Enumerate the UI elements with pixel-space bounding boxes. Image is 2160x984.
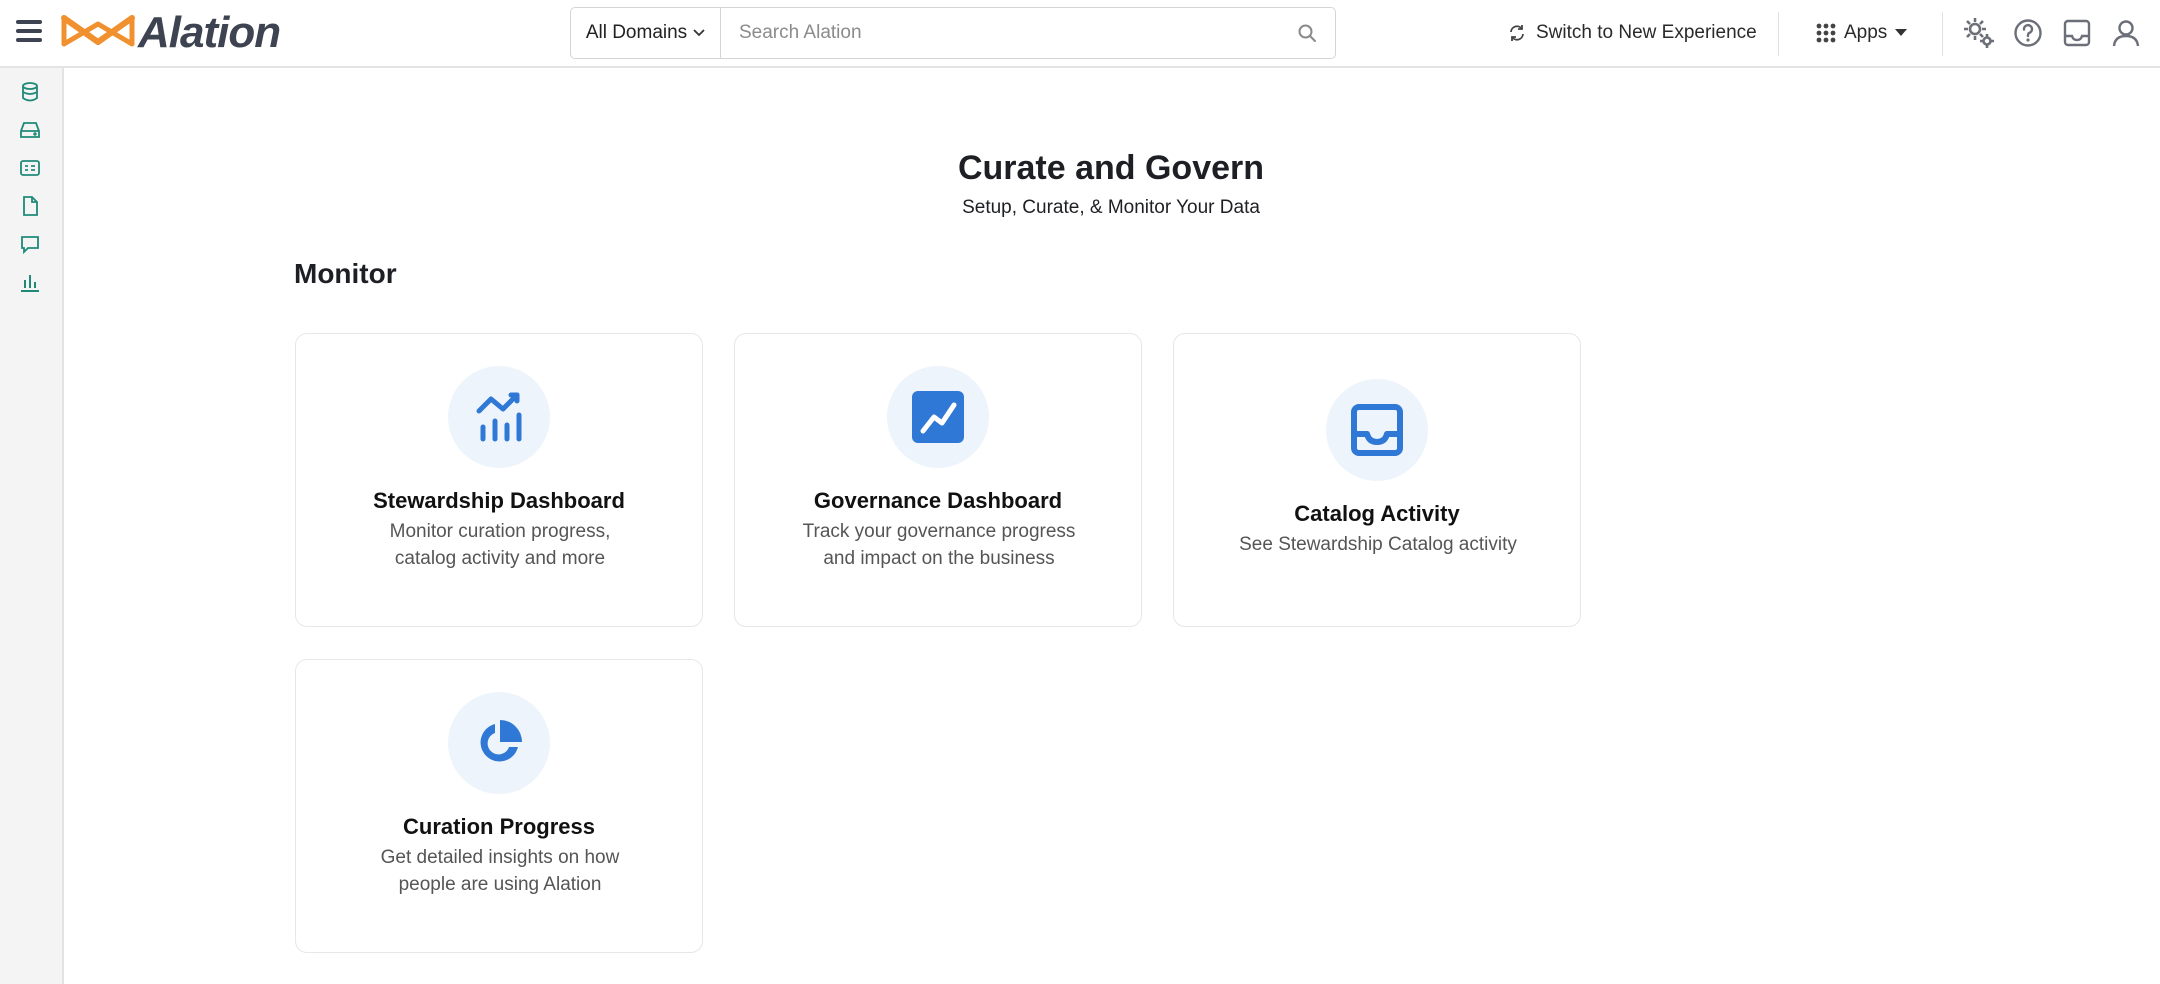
apps-grid-icon: [1816, 23, 1836, 43]
inbox-icon[interactable]: [2058, 14, 2096, 52]
settings-gears-icon[interactable]: [1960, 14, 1998, 52]
divider: [1778, 12, 1779, 56]
conversation-icon[interactable]: [16, 230, 44, 258]
analytics-chart-icon: [476, 392, 522, 442]
search-input[interactable]: [721, 8, 1279, 58]
card-description: See Stewardship Catalog activity: [1194, 531, 1562, 558]
card-governance-dashboard[interactable]: Governance Dashboard Track your governan…: [734, 333, 1142, 627]
card-title: Catalog Activity: [1294, 501, 1460, 526]
card-icon-circle: [1326, 379, 1428, 481]
card-desc-line: catalog activity and more: [394, 548, 606, 569]
page-subtitle: Setup, Curate, & Monitor Your Data: [962, 197, 1260, 218]
chevron-down-icon: [693, 29, 705, 37]
card-stewardship-dashboard[interactable]: Stewardship Dashboard Monitor curation p…: [295, 333, 703, 627]
card-catalog-activity[interactable]: Catalog Activity See Stewardship Catalog…: [1173, 333, 1581, 627]
switch-experience-label: Switch to New Experience: [1536, 22, 1757, 43]
switch-experience-button[interactable]: Switch to New Experience: [1508, 14, 1757, 52]
section-title-monitor: Monitor: [294, 258, 397, 289]
inbox-tray-icon[interactable]: [16, 116, 44, 144]
user-profile-icon[interactable]: [2107, 14, 2145, 52]
card-title: Curation Progress: [403, 814, 595, 839]
card-desc-line: Get detailed insights on how: [380, 847, 620, 868]
card-icon-circle: [448, 366, 550, 468]
apps-label: Apps: [1844, 22, 1888, 43]
menu-icon[interactable]: [16, 20, 42, 42]
left-navigation-rail: [0, 68, 64, 984]
logo-text: Alation: [138, 8, 281, 57]
trend-line-icon: [912, 391, 964, 443]
pie-chart-icon: [480, 720, 522, 762]
database-icon[interactable]: [16, 78, 44, 106]
document-icon[interactable]: [16, 192, 44, 220]
page-header: Curate and Govern Setup, Curate, & Monit…: [860, 147, 1362, 219]
card-description: Track your governance progress and impac…: [775, 518, 1103, 572]
card-desc-line: Monitor curation progress,: [389, 521, 611, 542]
help-icon[interactable]: [2009, 14, 2047, 52]
search-bar: All Domains: [570, 7, 1336, 59]
card-desc-line: people are using Alation: [398, 874, 602, 895]
card-title: Governance Dashboard: [813, 488, 1063, 513]
catalog-card-icon[interactable]: [16, 154, 44, 182]
page-title: Curate and Govern: [957, 149, 1265, 187]
card-description: Monitor curation progress, catalog activ…: [336, 518, 664, 572]
inbox-icon: [1351, 404, 1403, 456]
domain-select-label: All Domains: [585, 22, 688, 43]
card-desc-line: See Stewardship Catalog activity: [1239, 534, 1517, 555]
domain-select[interactable]: All Domains: [571, 8, 721, 58]
alation-logo-mark-icon: [61, 15, 135, 47]
alation-logo[interactable]: Alation: [60, 8, 281, 57]
apps-menu-button[interactable]: Apps: [1816, 14, 1915, 52]
refresh-icon: [1510, 25, 1524, 41]
card-desc-line: Track your governance progress: [802, 521, 1076, 542]
top-bar: Alation All Domains Switch to New Experi…: [0, 0, 2160, 68]
card-description: Get detailed insights on how people are …: [336, 844, 664, 898]
bar-chart-icon[interactable]: [16, 268, 44, 296]
card-desc-line: and impact on the business: [823, 548, 1055, 569]
search-icon[interactable]: [1279, 8, 1335, 58]
card-icon-circle: [448, 692, 550, 794]
card-curation-progress[interactable]: Curation Progress Get detailed insights …: [295, 659, 703, 953]
caret-down-icon: [1895, 29, 1908, 36]
card-icon-circle: [887, 366, 989, 468]
card-title: Stewardship Dashboard: [373, 488, 625, 513]
divider: [1942, 12, 1943, 56]
